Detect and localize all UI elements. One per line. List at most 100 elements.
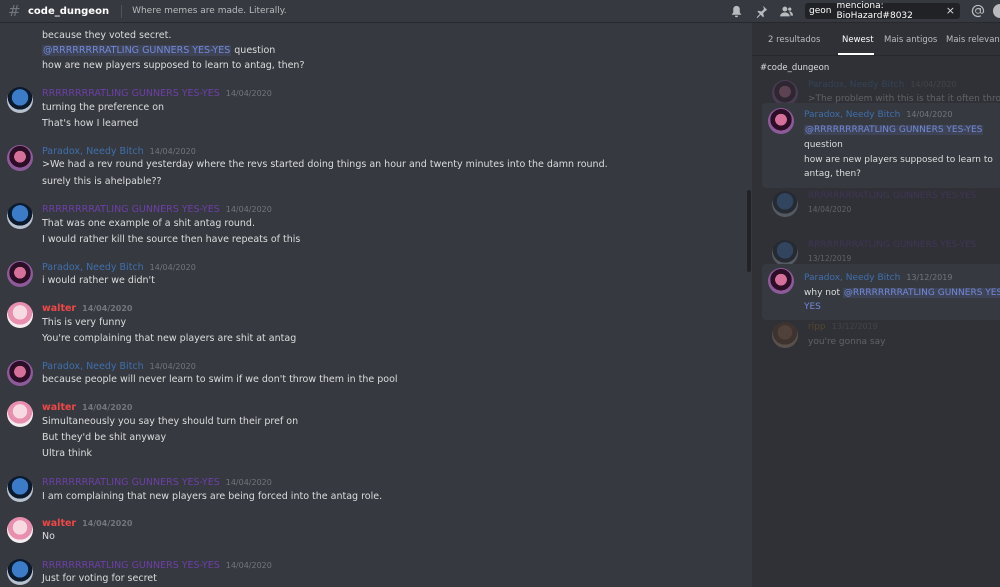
result-text: question: [804, 140, 843, 150]
message-timestamp: 14/04/2020: [225, 561, 272, 570]
result-timestamp: 13/12/2019: [808, 254, 852, 263]
message-timestamp: 14/04/2020: [149, 263, 196, 272]
help-icon[interactable]: [993, 4, 1000, 18]
message-timestamp: 14/04/2020: [82, 403, 133, 412]
message-text: >We had a rev round yesterday where the …: [42, 159, 608, 170]
result-context: Paradox, Needy Bitch 14/04/2020 >The prob…: [766, 77, 1000, 106]
avatar: [772, 240, 798, 266]
result-mention-line: @RRRRRRRRATLING GUNNERS YES-YES: [804, 125, 984, 135]
message-text: You're complaining that new players are …: [42, 333, 297, 344]
message-text: I am complaining that new players are be…: [42, 491, 383, 502]
message-author[interactable]: Paradox, Needy Bitch 14/04/2020: [42, 146, 196, 157]
message-text: i would rather we didn't: [42, 275, 155, 286]
pin-icon[interactable]: [753, 3, 769, 19]
message-text: That's how I learned: [42, 118, 139, 129]
result-context: RRRRRRRRATLING GUNNERS YES-YES 14/04/202…: [766, 188, 1000, 218]
active-tab-indicator: [838, 53, 874, 55]
message-timestamp: 14/04/2020: [225, 478, 272, 487]
result-author: ripp 13/12/2019: [808, 322, 878, 332]
message-timestamp: 14/04/2020: [82, 304, 133, 313]
message-author[interactable]: RRRRRRRRATLING GUNNERS YES-YES 14/04/2020: [42, 560, 272, 571]
message-text: because people will never learn to swim …: [42, 374, 398, 385]
header-toolbar: [728, 0, 803, 22]
user-mention[interactable]: @RRRRRRRRATLING GUNNERS YES: [842, 288, 1000, 298]
message-timestamp: 14/04/2020: [82, 519, 133, 528]
result-author: RRRRRRRRATLING GUNNERS YES-YES: [808, 191, 977, 201]
search-results-panel: 2 resultados Newest Mais antigos Mais re…: [752, 23, 1000, 587]
mentions-icon[interactable]: [971, 4, 985, 18]
channel-hash-icon: #: [8, 1, 21, 20]
search-results-header: 2 resultados Newest Mais antigos Mais re…: [752, 23, 1000, 56]
message-line: because they voted secret.: [42, 30, 172, 41]
result-author[interactable]: Paradox, Needy Bitch 14/04/2020: [804, 110, 952, 120]
avatar[interactable]: [7, 203, 33, 229]
user-mention[interactable]: @RRRRRRRRATLING GUNNERS YES-YES: [42, 45, 232, 56]
message-text: question: [234, 45, 276, 56]
avatar[interactable]: [7, 87, 33, 113]
avatar: [772, 322, 798, 348]
message-author[interactable]: walter 14/04/2020: [42, 518, 133, 529]
result-channel-label[interactable]: #code_dungeon: [760, 63, 829, 73]
message-timestamp: 14/04/2020: [149, 147, 196, 156]
members-icon[interactable]: [778, 3, 794, 19]
result-context: ripp 13/12/2019 you're gonna say: [766, 320, 1000, 350]
avatar[interactable]: [768, 268, 794, 294]
tab-relevant[interactable]: Mais relevante: [946, 35, 1000, 45]
message-text: Just for voting for secret: [42, 573, 157, 584]
result-text: how are new players supposed to learn to: [804, 155, 993, 165]
result-context: RRRRRRRRATLING GUNNERS YES-YES 13/12/201…: [766, 238, 1000, 266]
message-timestamp: 14/04/2020: [149, 362, 196, 371]
avatar[interactable]: [7, 476, 33, 502]
message-text: This is very funny: [42, 317, 127, 328]
avatar: [772, 191, 798, 217]
tab-oldest[interactable]: Mais antigos: [884, 35, 937, 45]
result-timestamp: 14/04/2020: [808, 205, 852, 214]
message-author[interactable]: walter 14/04/2020: [42, 303, 133, 314]
avatar[interactable]: [7, 401, 33, 427]
avatar[interactable]: [7, 360, 33, 386]
result-text: YES: [804, 302, 821, 312]
search-input[interactable]: geon menciona: BioHazard#8032 ×: [805, 1, 960, 21]
clear-search-icon[interactable]: ×: [946, 4, 955, 17]
message-text: surely this is ahelpable??: [42, 176, 162, 187]
avatar[interactable]: [7, 517, 33, 543]
result-author: Paradox, Needy Bitch 14/04/2020: [808, 80, 957, 90]
avatar[interactable]: [7, 302, 33, 328]
avatar[interactable]: [7, 261, 33, 287]
chat-scrollbar[interactable]: [747, 190, 751, 272]
bell-icon[interactable]: [728, 3, 744, 19]
message-text: Ultra think: [42, 448, 92, 459]
message-list: because they voted secret. @RRRRRRRRATLI…: [0, 23, 748, 587]
message-line: how are new players supposed to learn to…: [42, 60, 305, 71]
result-text: why not @RRRRRRRRATLING GUNNERS YES: [804, 288, 1000, 298]
avatar[interactable]: [7, 559, 33, 585]
message-author[interactable]: RRRRRRRRATLING GUNNERS YES-YES 14/04/2020: [42, 88, 272, 99]
results-count: 2 resultados: [768, 35, 821, 45]
message-text: Simultaneously you say they should turn …: [42, 416, 299, 427]
message-text: turning the preference on: [42, 102, 165, 113]
avatar[interactable]: [7, 145, 33, 171]
message-text: No: [42, 531, 55, 542]
search-query-fragment: geon: [809, 6, 832, 16]
message-author[interactable]: Paradox, Needy Bitch 14/04/2020: [42, 361, 196, 372]
result-text: antag, then?: [804, 169, 861, 179]
avatar[interactable]: [768, 108, 794, 134]
message-line: @RRRRRRRRATLING GUNNERS YES-YES question: [42, 45, 275, 56]
tab-newest[interactable]: Newest: [842, 35, 874, 45]
message-author[interactable]: Paradox, Needy Bitch 14/04/2020: [42, 262, 196, 273]
user-mention[interactable]: @RRRRRRRRATLING GUNNERS YES-YES: [804, 125, 984, 135]
message-text: But they'd be shit anyway: [42, 432, 167, 443]
channel-topic: Where memes are made. Literally.: [132, 6, 287, 16]
result-author: RRRRRRRRATLING GUNNERS YES-YES: [808, 240, 977, 250]
search-result[interactable]: Paradox, Needy Bitch 13/12/2019 why not @…: [762, 264, 1000, 320]
message-author[interactable]: RRRRRRRRATLING GUNNERS YES-YES 14/04/2020: [42, 204, 272, 215]
search-result[interactable]: Paradox, Needy Bitch 14/04/2020 @RRRRRRRR…: [762, 103, 1000, 188]
message-text: That was one example of a shit antag rou…: [42, 218, 255, 229]
message-timestamp: 14/04/2020: [225, 89, 272, 98]
result-author[interactable]: Paradox, Needy Bitch 13/12/2019: [804, 273, 952, 283]
message-author[interactable]: RRRRRRRRATLING GUNNERS YES-YES 14/04/2020: [42, 477, 272, 488]
channel-name: code_dungeon: [28, 5, 110, 17]
message-timestamp: 14/04/2020: [225, 205, 272, 214]
header-divider: [121, 4, 123, 18]
message-author[interactable]: walter 14/04/2020: [42, 402, 133, 413]
